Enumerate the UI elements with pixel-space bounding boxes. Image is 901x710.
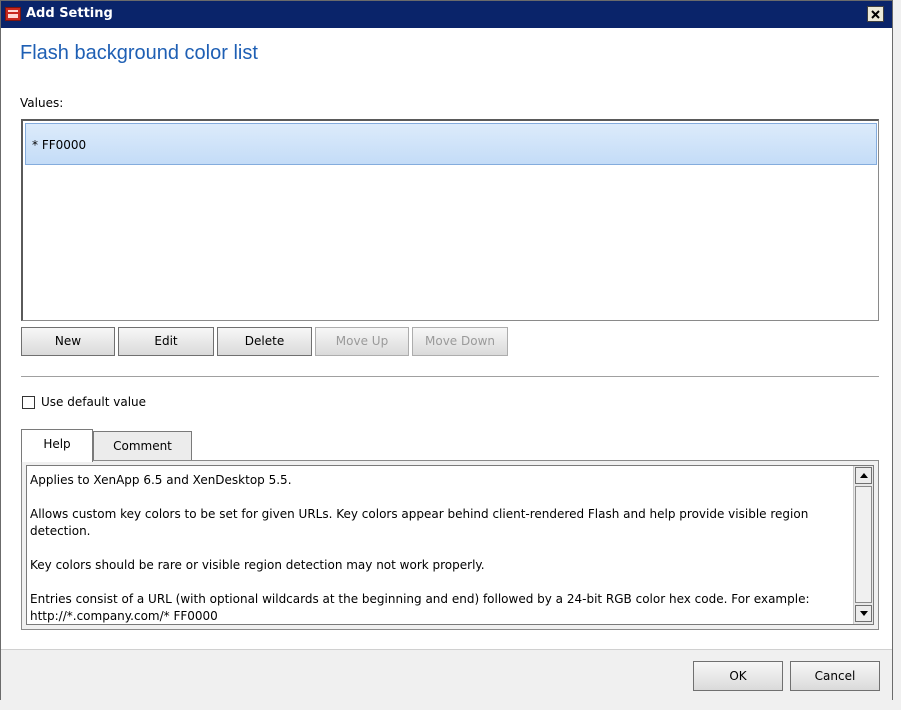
help-text: Applies to XenApp 6.5 and XenDesktop 5.5…: [30, 472, 846, 624]
help-paragraph: Applies to XenApp 6.5 and XenDesktop 5.5…: [30, 473, 292, 487]
help-paragraph: Entries consist of a URL (with optional …: [30, 592, 810, 623]
edit-button[interactable]: Edit: [118, 327, 214, 356]
delete-button[interactable]: Delete: [217, 327, 312, 356]
scroll-down-button[interactable]: [855, 605, 872, 622]
close-button[interactable]: [867, 6, 884, 22]
use-default-label: Use default value: [41, 395, 147, 409]
add-setting-dialog: Add Setting Flash background color list …: [0, 0, 893, 702]
move-up-button[interactable]: Move Up: [315, 327, 409, 356]
help-text-box[interactable]: Applies to XenApp 6.5 and XenDesktop 5.5…: [26, 465, 874, 625]
tab-comment[interactable]: Comment: [93, 431, 192, 462]
new-button[interactable]: New: [21, 327, 115, 356]
values-label: Values:: [20, 96, 64, 110]
help-scrollbar[interactable]: [853, 466, 873, 624]
values-list[interactable]: * FF0000: [21, 119, 879, 321]
close-icon: [871, 9, 880, 19]
scroll-down-icon: [859, 611, 868, 616]
scroll-up-button[interactable]: [855, 467, 872, 484]
ok-button[interactable]: OK: [693, 661, 783, 691]
help-paragraph: Allows custom key colors to be set for g…: [30, 507, 809, 538]
move-down-button[interactable]: Move Down: [412, 327, 508, 356]
dialog-footer: OK Cancel: [1, 649, 892, 702]
title-bar[interactable]: Add Setting: [1, 1, 892, 28]
app-icon: [5, 7, 21, 21]
scroll-thumb[interactable]: [855, 486, 872, 603]
use-default-checkbox[interactable]: [22, 396, 35, 409]
help-paragraph: Key colors should be rare or visible reg…: [30, 558, 485, 572]
separator: [21, 376, 879, 378]
cancel-button[interactable]: Cancel: [790, 661, 880, 691]
scroll-up-icon: [859, 473, 868, 478]
list-item[interactable]: * FF0000: [25, 123, 877, 165]
window-title: Add Setting: [26, 6, 113, 21]
tab-help[interactable]: Help: [21, 429, 93, 462]
setting-heading: Flash background color list: [20, 42, 258, 64]
help-tab-panel: Applies to XenApp 6.5 and XenDesktop 5.5…: [21, 460, 879, 630]
